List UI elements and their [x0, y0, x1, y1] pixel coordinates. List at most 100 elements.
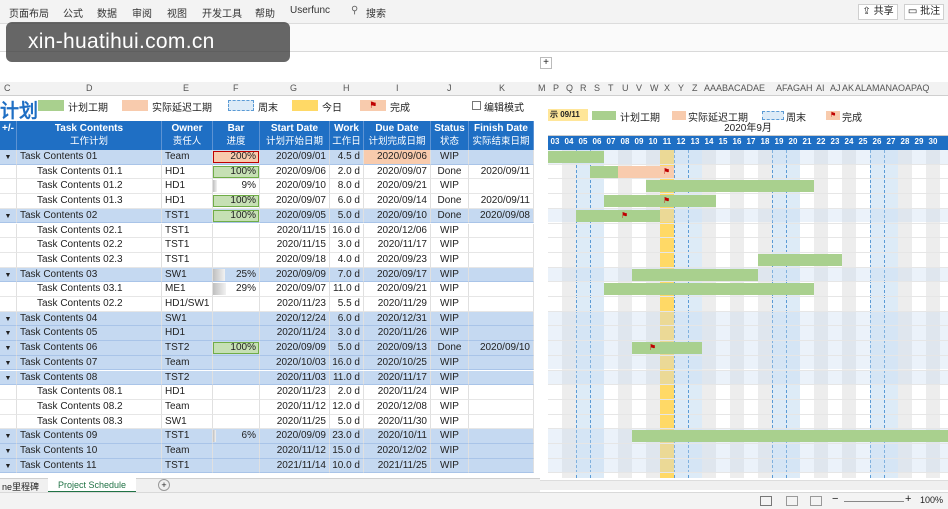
work-cell[interactable]: 3.0 d [330, 326, 364, 342]
column-letter[interactable]: ALAMANAOAPAQ [855, 83, 929, 93]
work-cell[interactable]: 2.0 d [330, 164, 364, 180]
start-date-cell[interactable]: 2020/09/06 [260, 164, 330, 180]
column-letter[interactable]: G [290, 83, 297, 93]
status-cell[interactable]: WIP [431, 414, 469, 430]
owner-cell[interactable]: TST1 [162, 223, 213, 239]
owner-cell[interactable]: HD1 [162, 179, 213, 195]
status-cell[interactable]: WIP [431, 326, 469, 342]
column-letter[interactable]: Y [678, 83, 684, 93]
bar-cell[interactable]: 200% [213, 150, 260, 165]
task-cell[interactable]: Task Contents 08.1 [17, 385, 162, 400]
status-cell[interactable]: WIP [431, 252, 469, 268]
column-letter[interactable]: D [86, 83, 93, 93]
task-cell[interactable]: Task Contents 08.3 [17, 414, 162, 430]
start-date-cell[interactable]: 2021/11/14 [260, 458, 330, 474]
work-cell[interactable]: 5.5 d [330, 297, 364, 312]
start-date-cell[interactable]: 2020/11/25 [260, 414, 330, 430]
task-cell[interactable]: Task Contents 01 [17, 150, 162, 165]
column-letter[interactable]: AFAGAH [776, 83, 813, 93]
bar-cell[interactable] [213, 326, 260, 342]
status-cell[interactable]: WIP [431, 179, 469, 195]
due-date-cell[interactable]: 2020/09/06 [364, 150, 431, 165]
menu-help[interactable]: 帮助 [255, 5, 275, 20]
gantt-bar[interactable] [604, 283, 814, 296]
task-cell[interactable]: Task Contents 02.3 [17, 252, 162, 268]
owner-cell[interactable]: HD1 [162, 164, 213, 180]
work-cell[interactable]: 16.0 d [330, 223, 364, 239]
row-toggle[interactable] [0, 223, 17, 239]
table-row[interactable]: ▼ Task Contents 06 TST2 100% 2020/09/09 5.0 d… [0, 341, 534, 356]
status-cell[interactable]: WIP [431, 370, 469, 386]
due-date-cell[interactable]: 2020/09/07 [364, 164, 431, 180]
column-letter[interactable]: F [233, 83, 239, 93]
table-row[interactable]: ▼ Task Contents 11 TST1 2021/11/14 10.0 d 202… [0, 458, 534, 474]
row-toggle[interactable] [0, 252, 17, 268]
bar-cell[interactable] [213, 444, 260, 459]
gantt-bar[interactable] [576, 209, 660, 222]
bar-cell[interactable]: 100% [213, 341, 260, 356]
task-cell[interactable]: Task Contents 05 [17, 326, 162, 342]
owner-cell[interactable]: TST1 [162, 252, 213, 268]
start-date-cell[interactable]: 2020/09/05 [260, 208, 330, 224]
status-cell[interactable]: Done [431, 194, 469, 209]
task-cell[interactable]: Task Contents 02.2 [17, 238, 162, 253]
bar-cell[interactable] [213, 385, 260, 400]
owner-cell[interactable]: HD1/SW1 [162, 297, 213, 312]
due-date-cell[interactable]: 2020/11/17 [364, 370, 431, 386]
table-row[interactable]: Task Contents 08.1 HD1 2020/11/23 2.0 d 2020… [0, 385, 534, 400]
row-toggle[interactable]: ▼ [0, 326, 17, 342]
horizontal-scrollbar[interactable] [540, 480, 948, 490]
column-letter[interactable]: U [622, 83, 629, 93]
menu-developer[interactable]: 开发工具 [202, 5, 242, 20]
bar-cell[interactable]: 25% [213, 267, 260, 283]
column-letter[interactable]: I [396, 83, 399, 93]
column-letter[interactable]: C [4, 83, 11, 93]
row-toggle[interactable]: ▼ [0, 341, 17, 356]
table-row[interactable]: Task Contents 02.1 TST1 2020/11/15 16.0 d 20… [0, 223, 534, 239]
row-toggle[interactable]: ▼ [0, 150, 17, 165]
gantt-bar[interactable] [646, 180, 814, 193]
owner-cell[interactable]: SW1 [162, 267, 213, 283]
due-date-cell[interactable]: 2020/12/08 [364, 399, 431, 415]
status-cell[interactable]: WIP [431, 444, 469, 459]
status-cell[interactable]: Done [431, 208, 469, 224]
collapse-icon[interactable]: ▼ [5, 375, 12, 382]
normal-view-icon[interactable] [760, 496, 772, 506]
finish-date-cell[interactable] [469, 414, 534, 430]
table-row[interactable]: Task Contents 08.2 Team 2020/11/12 12.0 d 20… [0, 399, 534, 415]
row-toggle[interactable] [0, 399, 17, 415]
start-date-cell[interactable]: 2020/11/03 [260, 370, 330, 386]
table-row[interactable]: ▼ Task Contents 01 Team 200% 2020/09/01 4.5 d… [0, 150, 534, 165]
row-toggle[interactable]: ▼ [0, 267, 17, 283]
column-letter[interactable]: AJ [830, 83, 841, 93]
column-letter[interactable]: K [499, 83, 505, 93]
table-row[interactable]: Task Contents 08.3 SW1 2020/11/25 5.0 d 2020… [0, 414, 534, 430]
table-row[interactable]: ▼ Task Contents 09 TST1 6% 2020/09/09 23.0 d2… [0, 429, 534, 444]
zoom-level[interactable]: 100% [920, 495, 943, 505]
table-row[interactable]: ▼ Task Contents 04 SW1 2020/12/24 6.0 d 2020/… [0, 311, 534, 327]
finish-date-cell[interactable] [469, 458, 534, 474]
bar-cell[interactable] [213, 297, 260, 312]
finish-date-cell[interactable]: 2020/09/08 [469, 208, 534, 224]
work-cell[interactable]: 11.0 d [330, 370, 364, 386]
start-date-cell[interactable]: 2020/10/03 [260, 355, 330, 371]
table-row[interactable]: Task Contents 03.1 ME1 29% 2020/09/07 11.0 d… [0, 282, 534, 297]
collapse-icon[interactable]: ▼ [5, 154, 12, 161]
zoom-out-icon[interactable]: − [832, 493, 838, 505]
expand-icon[interactable]: + [540, 57, 552, 69]
row-toggle[interactable]: ▼ [0, 311, 17, 327]
table-row[interactable]: ▼ Task Contents 07 Team 2020/10/03 16.0 d 202… [0, 355, 534, 371]
work-cell[interactable]: 5.0 d [330, 414, 364, 430]
start-date-cell[interactable]: 2020/09/07 [260, 282, 330, 297]
row-toggle[interactable] [0, 238, 17, 253]
start-date-cell[interactable]: 2020/09/07 [260, 194, 330, 209]
bar-cell[interactable] [213, 252, 260, 268]
start-date-cell[interactable]: 2020/09/10 [260, 179, 330, 195]
finish-date-cell[interactable] [469, 150, 534, 165]
due-date-cell[interactable]: 2021/11/25 [364, 458, 431, 474]
bar-cell[interactable]: 100% [213, 164, 260, 180]
collapse-icon[interactable]: ▼ [5, 463, 12, 470]
owner-cell[interactable]: Team [162, 355, 213, 371]
zoom-slider[interactable] [844, 501, 904, 502]
owner-cell[interactable]: TST1 [162, 429, 213, 444]
